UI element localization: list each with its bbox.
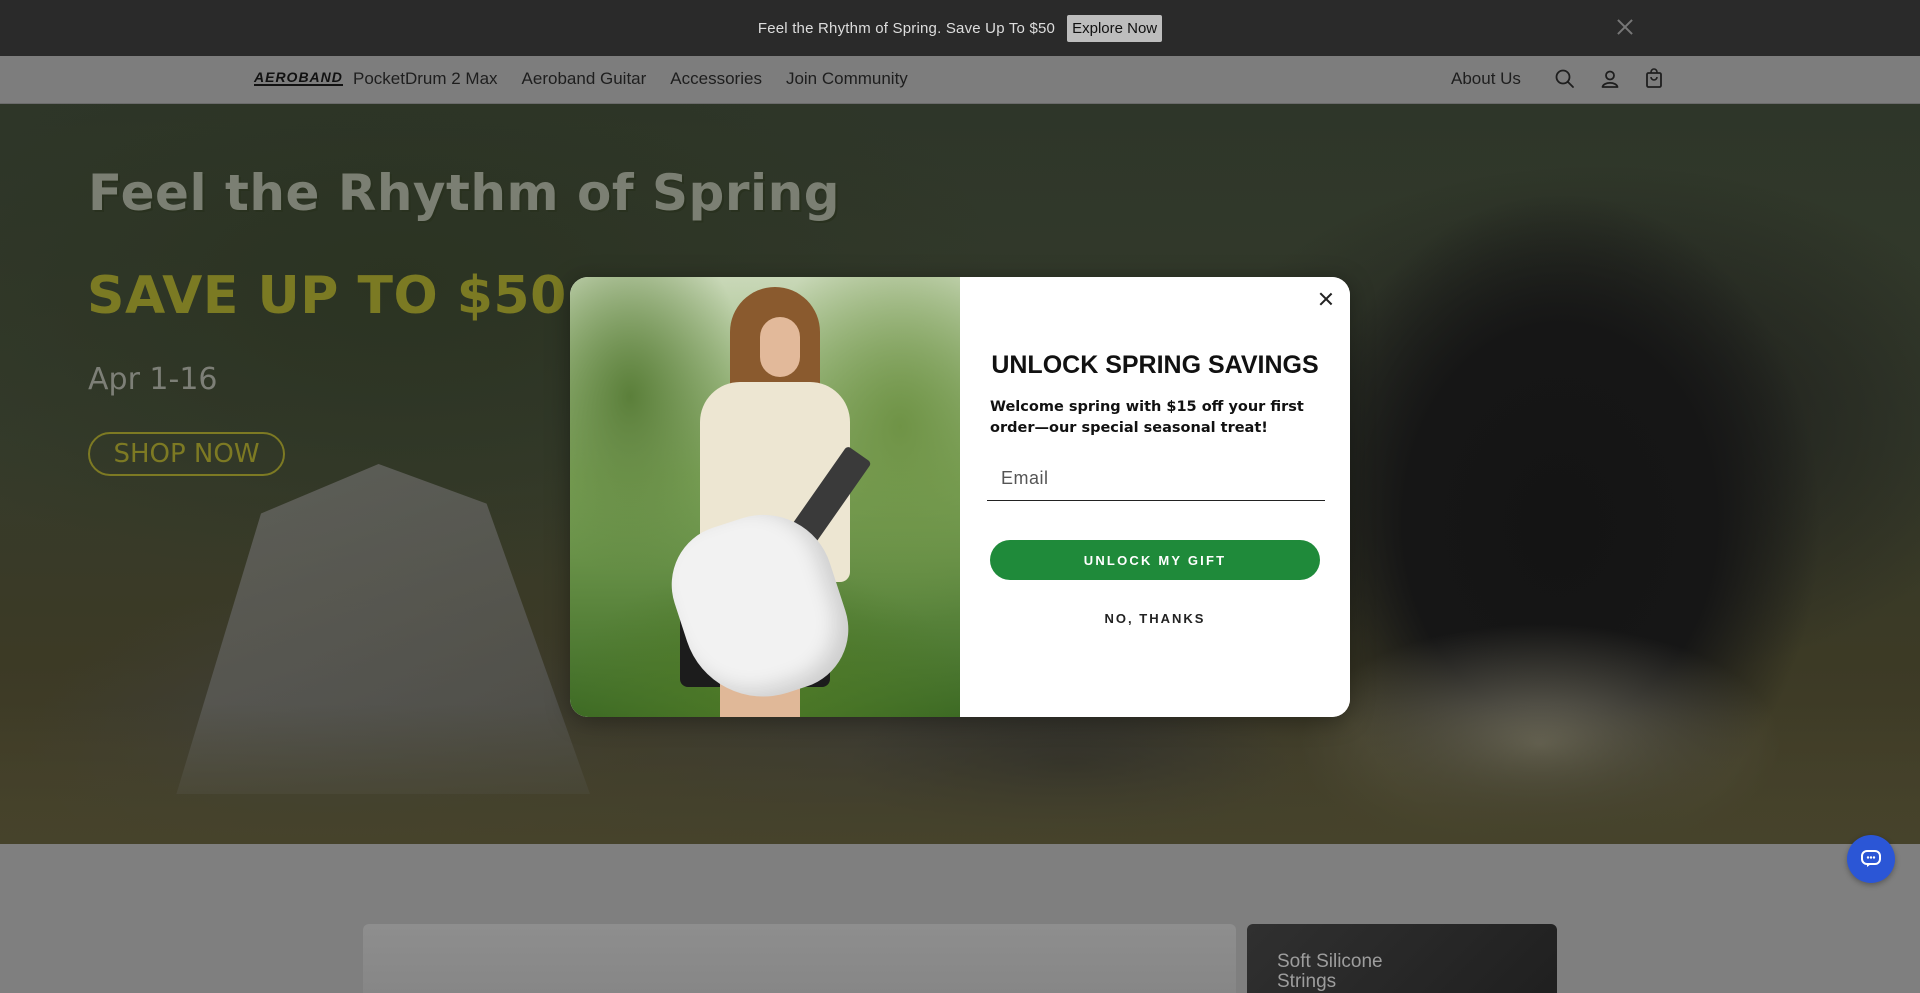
- nav-item-guitar[interactable]: Aeroband Guitar: [522, 69, 647, 89]
- hero-title: Feel the Rhythm of Spring: [88, 164, 841, 222]
- no-thanks-button[interactable]: NO, THANKS: [990, 611, 1320, 626]
- logo[interactable]: AEROBAND: [254, 70, 343, 86]
- account-icon[interactable]: [1599, 68, 1621, 90]
- announcement-bar: Feel the Rhythm of Spring. Save Up To $5…: [0, 0, 1920, 56]
- modal-description: Welcome spring with $15 off your first o…: [990, 399, 1304, 436]
- signup-modal: UNLOCK SPRING SAVINGS Welcome spring wit…: [570, 277, 1350, 717]
- product-card-strings[interactable]: Soft Silicone Strings: [1247, 924, 1557, 993]
- cart-icon[interactable]: [1643, 68, 1665, 90]
- modal-guitarist-image: [570, 277, 960, 717]
- site-header: AEROBAND PocketDrum 2 Max Aeroband Guita…: [0, 56, 1920, 104]
- product-card-main[interactable]: [363, 924, 1236, 993]
- email-field[interactable]: [987, 457, 1325, 501]
- main-nav: PocketDrum 2 Max Aeroband Guitar Accesso…: [353, 69, 908, 89]
- modal-form: UNLOCK SPRING SAVINGS Welcome spring wit…: [960, 277, 1350, 717]
- nav-item-about[interactable]: About Us: [1451, 69, 1521, 89]
- nav-item-accessories[interactable]: Accessories: [670, 69, 762, 89]
- hero-background-grass: [0, 704, 1920, 844]
- modal-title: UNLOCK SPRING SAVINGS: [991, 351, 1319, 379]
- hero-headline: SAVE UP TO $50: [87, 266, 567, 326]
- product-card-label: Soft Silicone Strings: [1277, 951, 1383, 992]
- product-section: Soft Silicone Strings: [0, 844, 1920, 993]
- unlock-gift-button[interactable]: UNLOCK MY GIFT: [990, 540, 1320, 580]
- announcement-message: Feel the Rhythm of Spring. Save Up To $5…: [757, 19, 1056, 37]
- nav-item-community[interactable]: Join Community: [786, 69, 908, 89]
- nav-item-pocketdrum[interactable]: PocketDrum 2 Max: [353, 69, 498, 89]
- chat-button[interactable]: [1847, 835, 1895, 883]
- explore-now-button[interactable]: Explore Now: [1067, 14, 1163, 42]
- shop-now-button[interactable]: SHOP NOW: [88, 432, 285, 476]
- close-announcement-icon[interactable]: [1612, 14, 1638, 40]
- close-modal-icon[interactable]: [1316, 289, 1336, 309]
- hero-dates: Apr 1-16: [88, 362, 218, 397]
- search-icon[interactable]: [1554, 68, 1576, 90]
- chat-icon: [1861, 850, 1881, 867]
